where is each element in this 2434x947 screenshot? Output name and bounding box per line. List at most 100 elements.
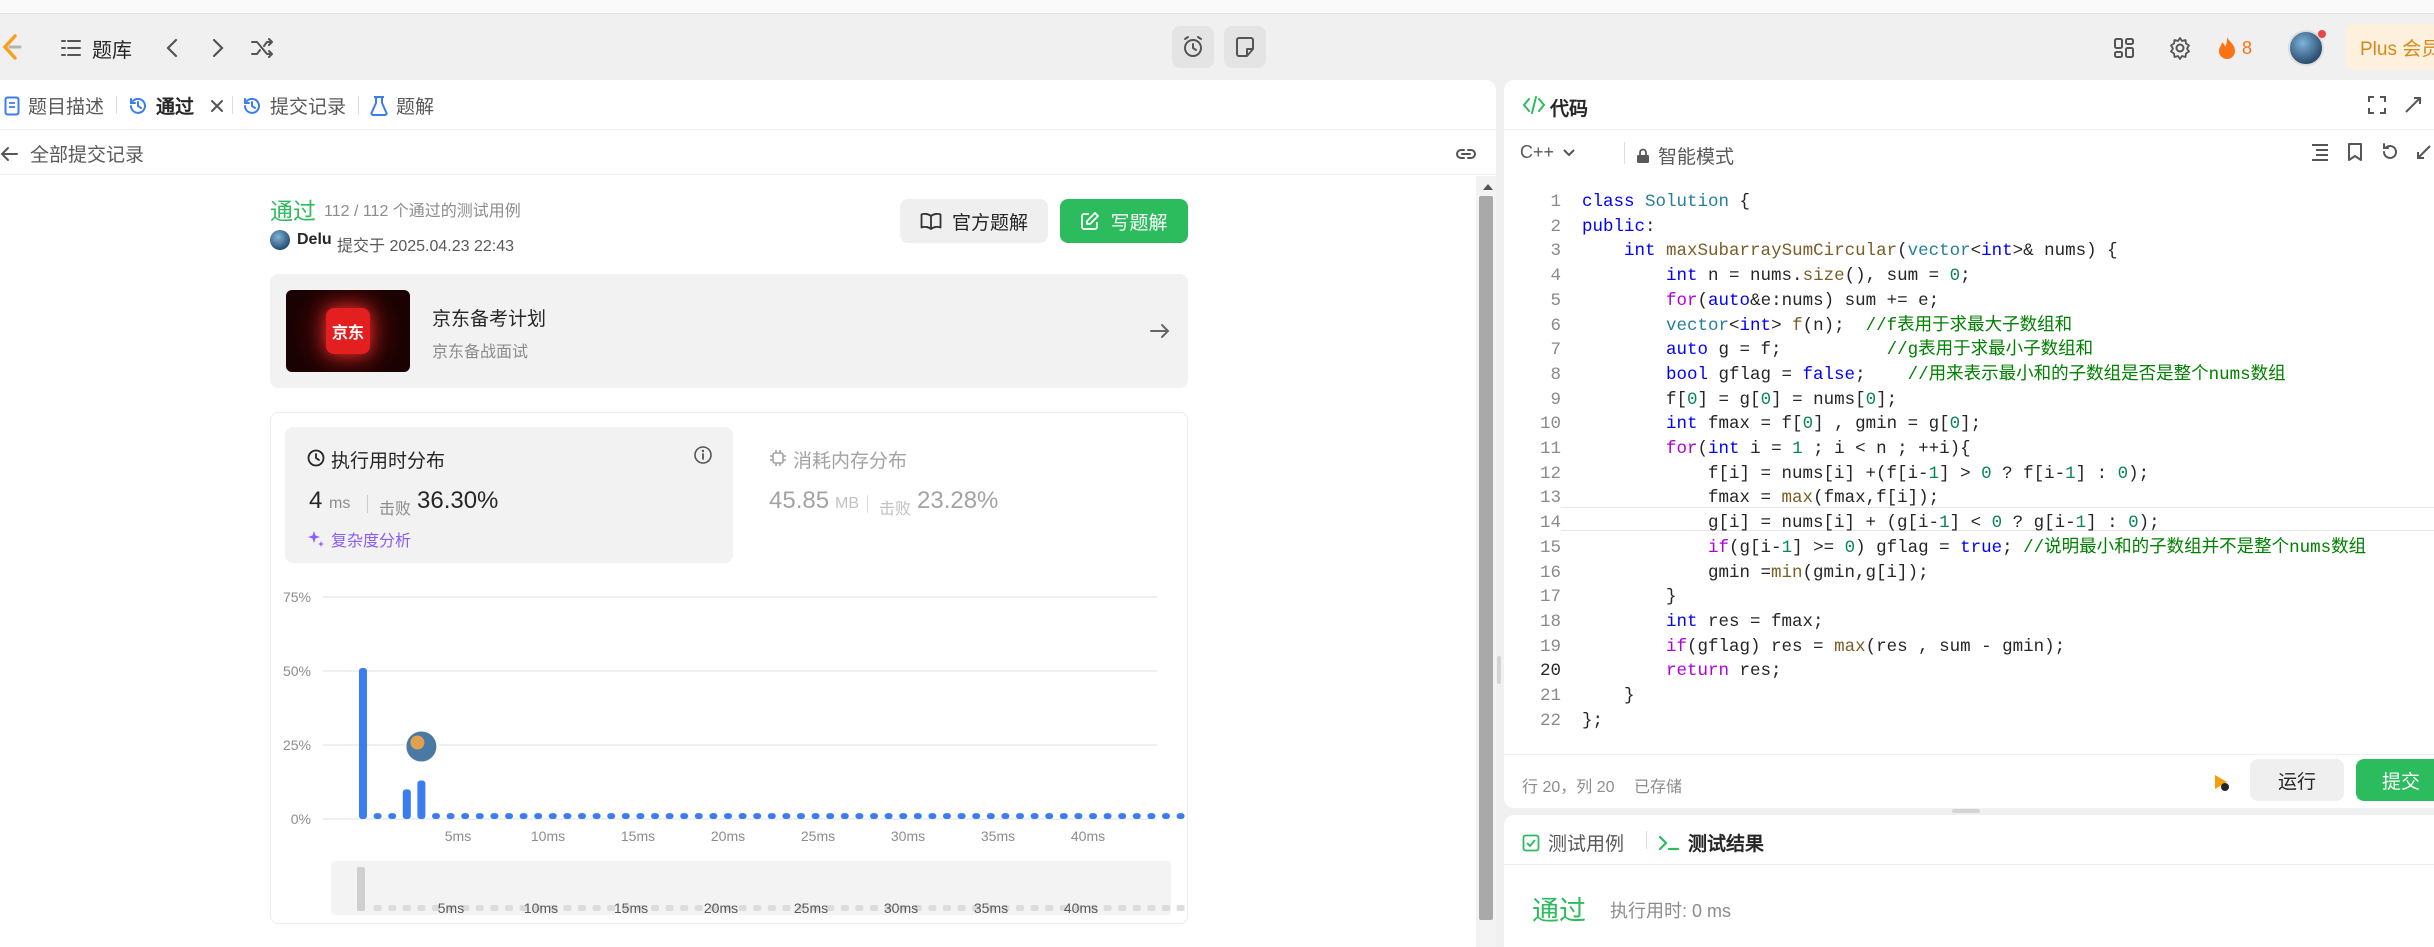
chart-bar[interactable] [446, 813, 455, 819]
format-icon[interactable] [2310, 142, 2330, 162]
notes-button[interactable] [1224, 26, 1266, 68]
chart-bar[interactable] [884, 813, 893, 819]
vertical-resize-handle[interactable] [1497, 656, 1501, 684]
user-avatar[interactable] [270, 230, 290, 250]
layout-button[interactable] [2110, 34, 2138, 62]
copy-link-button[interactable] [1452, 140, 1480, 168]
timer-button[interactable] [1172, 26, 1214, 68]
plus-membership-button[interactable]: Plus 会员 [2346, 24, 2434, 70]
chart-bar[interactable] [738, 813, 747, 819]
leetcode-logo-icon[interactable] [0, 30, 24, 64]
code-area[interactable]: 1 2 3 4 5 6 7 8 9 10 11 12 13 14 15 16 17 18 19 20 21 22 clas… [1504, 186, 2434, 788]
complexity-analysis-link[interactable]: 复杂度分析 [307, 527, 411, 551]
chart-bar[interactable] [753, 813, 762, 819]
scroll-up-icon[interactable] [1483, 184, 1493, 190]
chart-bar[interactable] [1147, 813, 1156, 819]
chart-bar[interactable] [972, 813, 981, 819]
chart-bar[interactable] [943, 813, 951, 819]
chart-bar[interactable] [359, 668, 367, 819]
chart-bar[interactable] [432, 813, 440, 819]
chart-bar[interactable] [724, 813, 732, 819]
chart-bar[interactable] [578, 813, 586, 819]
tab-accepted[interactable]: 通过 [128, 92, 224, 119]
tab-testcase[interactable]: 测试用例 [1522, 829, 1624, 856]
chart-bar[interactable] [957, 813, 966, 819]
close-icon[interactable] [210, 99, 224, 113]
chart-bar[interactable] [607, 813, 616, 819]
chart-bar[interactable] [1162, 813, 1170, 819]
chart-bar[interactable] [767, 813, 776, 819]
chart-bar[interactable] [1059, 813, 1068, 819]
tab-test-result[interactable]: 测试结果 [1658, 829, 1764, 856]
info-icon[interactable] [693, 445, 713, 465]
problem-bank-button[interactable]: 题库 [60, 34, 132, 62]
chart-bar[interactable] [797, 813, 805, 819]
username[interactable]: Delu [297, 231, 332, 249]
chart-bar[interactable] [665, 813, 674, 819]
chart-bar[interactable] [1089, 813, 1097, 819]
run-button[interactable]: 运行 [2250, 759, 2344, 801]
bookmark-icon[interactable] [2346, 142, 2364, 162]
chart-bar[interactable] [1118, 813, 1127, 819]
chart-bar[interactable] [899, 813, 908, 819]
promo-card[interactable]: 京东 京东备考计划 京东备战面试 [270, 274, 1188, 388]
chart-bar[interactable] [1045, 813, 1054, 819]
next-problem-button[interactable] [204, 34, 232, 62]
runtime-distribution-chart[interactable]: 75% 50% 25% 0% 5ms 10ms 15ms 20ms 25ms 30ms 35ms 4… [271, 573, 1187, 923]
chart-bar[interactable] [388, 813, 397, 819]
tab-description[interactable]: 题目描述 [4, 92, 104, 119]
back-to-all-submissions[interactable]: 全部提交记录 [0, 140, 144, 167]
chart-bar[interactable] [855, 813, 864, 819]
chart-bar[interactable] [651, 813, 659, 819]
chart-bar[interactable] [840, 813, 849, 819]
shrink-icon[interactable] [2416, 144, 2432, 160]
chart-bar[interactable] [402, 789, 411, 819]
code-content[interactable]: class Solution { public: int maxSubarray… [1582, 190, 2366, 733]
chart-bar[interactable] [534, 813, 543, 819]
chart-bar[interactable] [694, 813, 703, 819]
chart-bar[interactable] [461, 813, 470, 819]
chart-bar[interactable] [417, 780, 426, 819]
debug-icon[interactable] [2210, 771, 2232, 793]
chart-bar[interactable] [548, 813, 557, 819]
chart-bar[interactable] [621, 813, 630, 819]
chart-bar[interactable] [592, 813, 601, 819]
collapse-icon[interactable] [2404, 96, 2422, 114]
runtime-stats-card[interactable]: 执行用时分布 4 ms 击败 36.30% 复杂度分析 [285, 427, 733, 563]
random-problem-button[interactable] [248, 34, 276, 62]
chart-bar[interactable] [519, 813, 528, 819]
chart-bar[interactable] [505, 813, 513, 819]
chart-bar[interactable] [1074, 813, 1083, 819]
prev-problem-button[interactable] [158, 34, 186, 62]
official-solution-button[interactable]: 官方题解 [900, 199, 1048, 243]
chart-bar[interactable] [373, 813, 382, 819]
chart-bar[interactable] [1016, 813, 1024, 819]
settings-button[interactable] [2166, 34, 2194, 62]
chart-bar[interactable] [986, 813, 995, 819]
write-solution-button[interactable]: 写题解 [1060, 199, 1188, 243]
chart-bar[interactable] [1103, 813, 1112, 819]
streak-counter[interactable]: 8 [2218, 34, 2252, 62]
chart-bar[interactable] [1001, 813, 1010, 819]
horizontal-resize-handle[interactable] [1952, 809, 1980, 813]
reset-icon[interactable] [2380, 142, 2400, 162]
chart-bar[interactable] [928, 813, 937, 819]
chart-bar[interactable] [826, 813, 835, 819]
chart-bar[interactable] [680, 813, 689, 819]
scrollbar-thumb[interactable] [1479, 196, 1493, 920]
fullscreen-icon[interactable] [2368, 96, 2386, 114]
scrollbar-track[interactable] [1476, 176, 1496, 947]
chart-bar[interactable] [636, 813, 645, 819]
chart-bar[interactable] [475, 813, 484, 819]
chart-bar[interactable] [1176, 813, 1185, 819]
memory-stats-card[interactable]: 消耗内存分布 45.85 MB 击败 23.28% [749, 427, 1177, 563]
chart-bar[interactable] [490, 813, 499, 819]
chart-bar[interactable] [709, 813, 718, 819]
chart-bar[interactable] [563, 813, 572, 819]
submit-button[interactable]: 提交 [2356, 759, 2434, 801]
chart-bar[interactable] [811, 813, 820, 819]
smart-mode-toggle[interactable]: 智能模式 [1636, 142, 1734, 169]
chart-bar[interactable] [913, 813, 922, 819]
chart-bar[interactable] [1030, 813, 1039, 819]
chart-bar[interactable] [1132, 813, 1141, 819]
